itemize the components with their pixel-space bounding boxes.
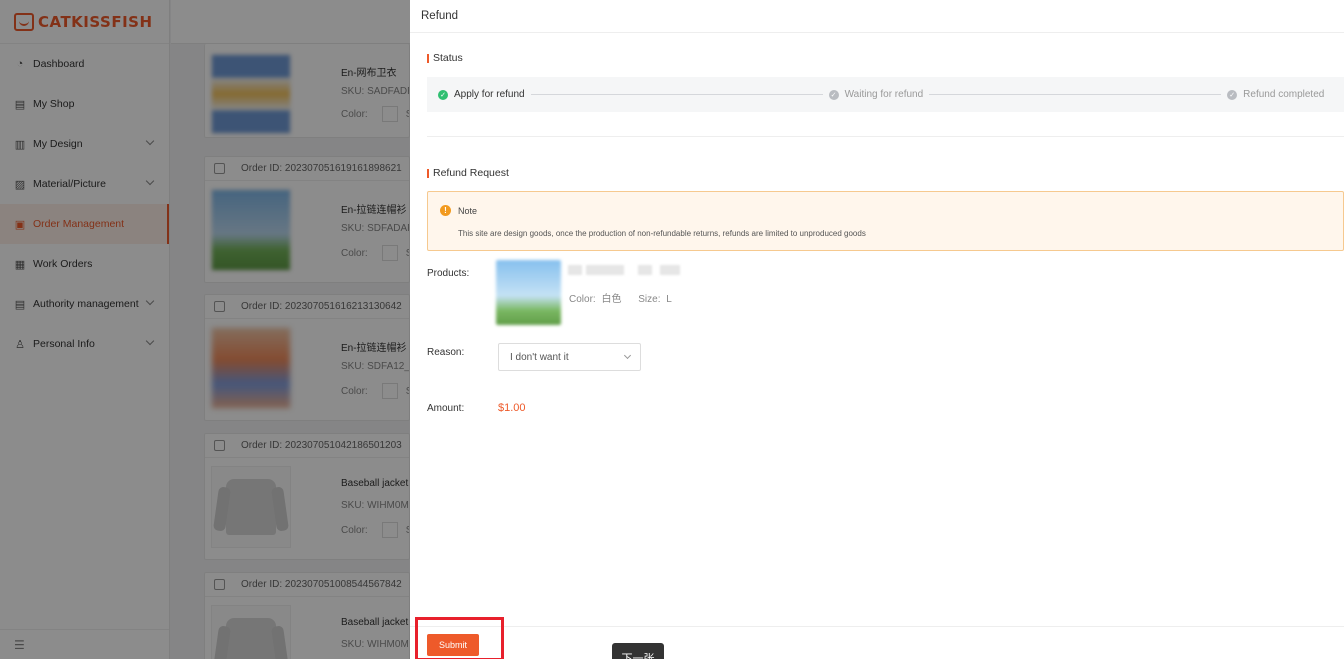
masked-product-name xyxy=(638,265,652,275)
note-text: This site are design goods, once the pro… xyxy=(458,229,866,238)
masked-product-name xyxy=(660,265,680,275)
footer-divider xyxy=(410,626,1344,627)
masked-product-name xyxy=(586,265,624,275)
step-connector xyxy=(929,94,1222,95)
step-apply-for-refund: ✓ Apply for refund xyxy=(438,89,525,100)
step-label: Waiting for refund xyxy=(844,89,924,100)
step-label: Apply for refund xyxy=(454,89,525,100)
product-image xyxy=(496,260,561,325)
refund-steps: ✓ Apply for refund ✓ Waiting for refund … xyxy=(427,77,1344,112)
color-label: Color: xyxy=(569,294,596,305)
next-image-tooltip[interactable]: 下一张 xyxy=(612,643,664,659)
check-circle-icon: ✓ xyxy=(1227,89,1238,100)
chevron-down-icon xyxy=(623,351,632,360)
check-circle-icon: ✓ xyxy=(828,89,839,100)
size-label: Size: xyxy=(638,294,661,305)
step-connector xyxy=(530,94,823,95)
refund-request-title: Refund Request xyxy=(427,167,509,179)
amount-label: Amount: xyxy=(427,403,465,414)
step-refund-completed: ✓ Refund completed xyxy=(1227,89,1324,100)
product-attributes: Color: 白色 Size: L xyxy=(569,290,686,305)
check-circle-icon: ✓ xyxy=(438,89,448,100)
color-value: 白色 xyxy=(601,294,622,305)
drawer-title: Refund xyxy=(410,0,1344,33)
warning-icon: ! xyxy=(440,205,451,216)
modal-overlay[interactable] xyxy=(0,0,410,659)
step-waiting-for-refund: ✓ Waiting for refund xyxy=(828,89,924,100)
products-label: Products: xyxy=(427,268,470,279)
highlight-box xyxy=(415,617,504,659)
note-title: Note xyxy=(458,206,478,216)
masked-product-name xyxy=(568,265,582,275)
note-alert: ! Note This site are design goods, once … xyxy=(427,191,1344,251)
refund-drawer: Refund Status ✓ Apply for refund ✓ Waiti… xyxy=(410,0,1344,659)
reason-select[interactable]: I don't want it xyxy=(498,343,641,371)
size-value: L xyxy=(666,294,672,305)
amount-value: $1.00 xyxy=(498,402,526,414)
reason-label: Reason: xyxy=(427,347,465,358)
status-section-title: Status xyxy=(427,52,463,64)
section-divider xyxy=(427,136,1344,137)
reason-value: I don't want it xyxy=(510,351,569,363)
step-label: Refund completed xyxy=(1243,89,1325,100)
